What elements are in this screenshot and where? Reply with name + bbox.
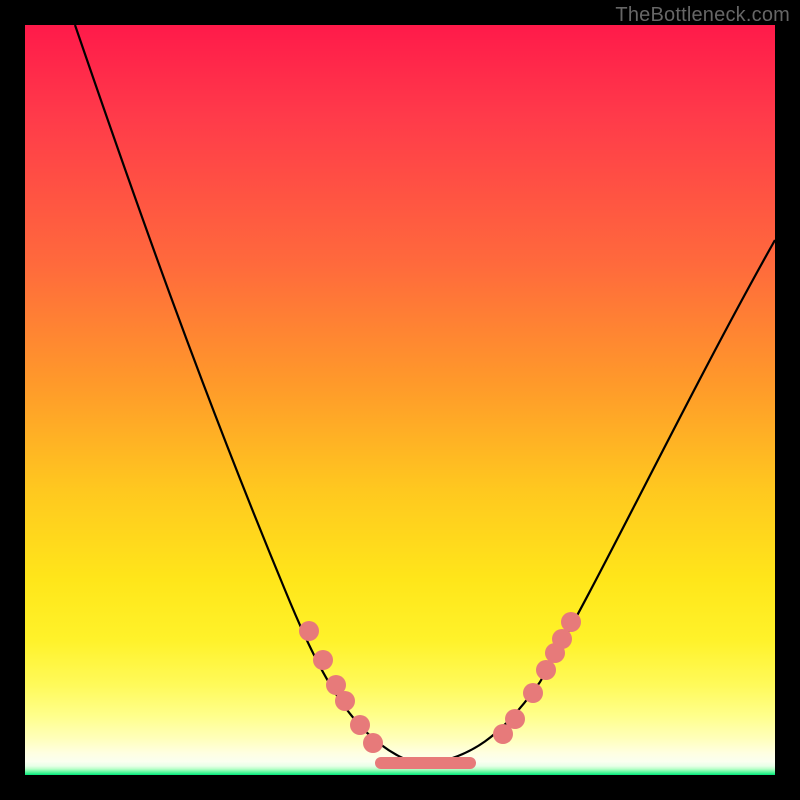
curve-right-branch <box>420 240 775 765</box>
curve-left-branch <box>75 25 420 765</box>
marker-dot <box>335 691 355 711</box>
marker-dot <box>350 715 370 735</box>
curve-layer <box>25 25 775 775</box>
marker-dot <box>313 650 333 670</box>
marker-dot <box>523 683 543 703</box>
marker-dot <box>363 733 383 753</box>
marker-dot <box>552 629 572 649</box>
plot-area <box>25 25 775 775</box>
marker-dot <box>536 660 556 680</box>
marker-dot <box>299 621 319 641</box>
chart-frame: TheBottleneck.com <box>0 0 800 800</box>
marker-dot <box>561 612 581 632</box>
watermark-text: TheBottleneck.com <box>615 4 790 27</box>
marker-dot <box>505 709 525 729</box>
